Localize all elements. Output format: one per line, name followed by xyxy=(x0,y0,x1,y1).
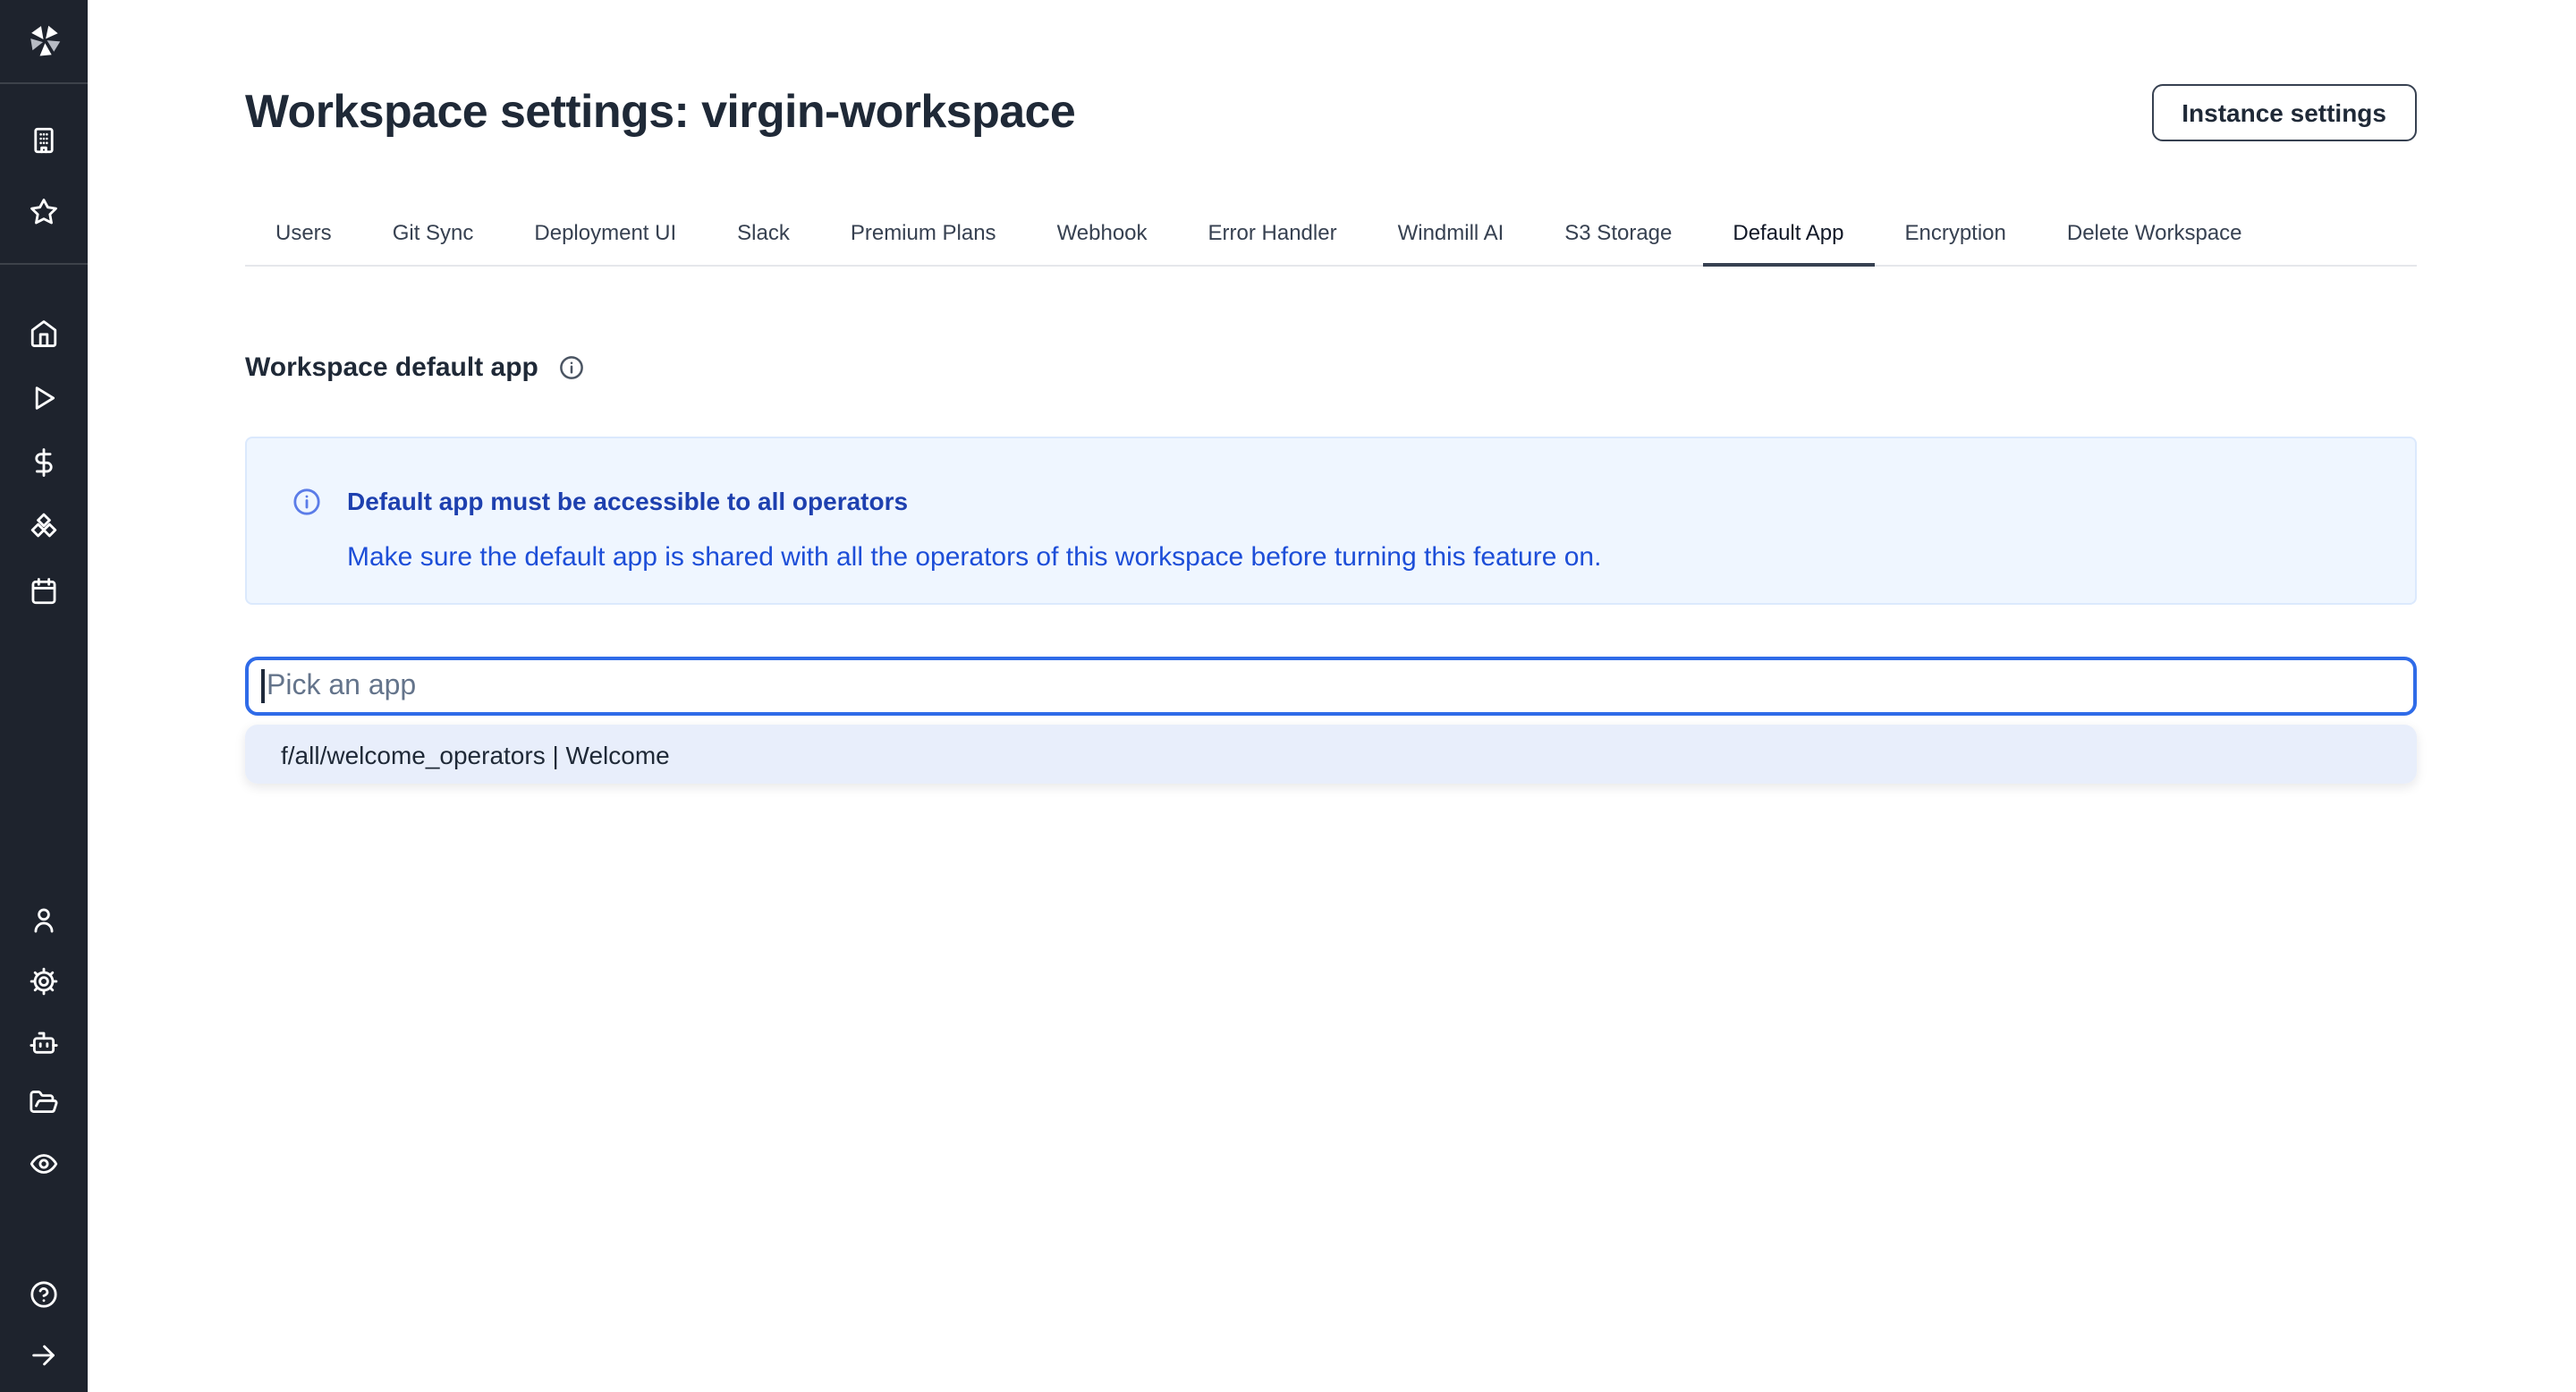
section-header: Workspace default app xyxy=(245,352,2417,383)
play-icon xyxy=(29,382,59,412)
tab-deployment-ui[interactable]: Deployment UI xyxy=(504,202,707,265)
app-picker xyxy=(245,657,2417,716)
info-banner-header: Default app must be accessible to all op… xyxy=(292,483,2361,519)
sidebar-group-admin xyxy=(0,889,88,1193)
page-title: Workspace settings: virgin-workspace xyxy=(245,84,1075,138)
tab-git-sync[interactable]: Git Sync xyxy=(362,202,504,265)
tab-webhook[interactable]: Webhook xyxy=(1027,202,1178,265)
sidebar-item-settings[interactable] xyxy=(13,950,74,1011)
sidebar xyxy=(0,0,88,1392)
star-icon xyxy=(29,196,59,226)
user-icon xyxy=(29,904,59,935)
eye-icon xyxy=(29,1148,59,1178)
sidebar-item-variables[interactable] xyxy=(13,431,74,492)
sidebar-item-schedules[interactable] xyxy=(13,560,74,621)
calendar-icon xyxy=(29,575,59,606)
banner-title: Default app must be accessible to all op… xyxy=(347,483,908,519)
sidebar-group-main xyxy=(0,302,88,621)
sidebar-group-footer xyxy=(0,1263,88,1392)
sidebar-logo[interactable] xyxy=(0,0,88,84)
home-icon xyxy=(29,318,59,348)
sidebar-item-home[interactable] xyxy=(13,302,74,363)
tab-premium-plans[interactable]: Premium Plans xyxy=(820,202,1027,265)
sidebar-item-favorites[interactable] xyxy=(13,181,74,242)
sidebar-item-help[interactable] xyxy=(13,1263,74,1324)
gear-icon xyxy=(29,965,59,996)
instance-settings-button[interactable]: Instance settings xyxy=(2151,84,2417,141)
text-caret xyxy=(261,669,264,703)
arrow-right-icon xyxy=(29,1339,59,1370)
building-icon xyxy=(29,124,59,155)
info-circle-icon xyxy=(292,486,322,516)
tab-windmill-ai[interactable]: Windmill AI xyxy=(1368,202,1535,265)
tab-encryption[interactable]: Encryption xyxy=(1874,202,2036,265)
tab-error-handler[interactable]: Error Handler xyxy=(1178,202,1368,265)
help-circle-icon xyxy=(29,1278,59,1309)
tab-delete-workspace[interactable]: Delete Workspace xyxy=(2037,202,2273,265)
screen: Workspace settings: virgin-workspace Ins… xyxy=(0,0,2576,1392)
boxes-icon xyxy=(29,511,59,541)
sidebar-item-expand[interactable] xyxy=(13,1324,74,1385)
info-icon[interactable] xyxy=(558,354,585,381)
windmill-app: Workspace settings: virgin-workspace Ins… xyxy=(0,0,2576,1392)
sidebar-item-folders[interactable] xyxy=(13,1072,74,1133)
sidebar-item-workspaces[interactable] xyxy=(13,109,74,170)
sidebar-item-audit-logs[interactable] xyxy=(13,1133,74,1193)
tab-users[interactable]: Users xyxy=(245,202,362,265)
sidebar-item-users[interactable] xyxy=(13,889,74,950)
tab-s3-storage[interactable]: S3 Storage xyxy=(1534,202,1702,265)
page-header: Workspace settings: virgin-workspace Ins… xyxy=(245,84,2417,141)
dollar-sign-icon xyxy=(29,446,59,477)
sidebar-item-resources[interactable] xyxy=(13,496,74,556)
tab-default-app[interactable]: Default App xyxy=(1702,202,1874,267)
sidebar-item-runs[interactable] xyxy=(13,367,74,428)
tab-slack[interactable]: Slack xyxy=(707,202,820,265)
dropdown-item[interactable]: f/all/welcome_operators | Welcome xyxy=(245,725,2417,784)
sidebar-group-workspace xyxy=(0,84,88,265)
app-picker-input[interactable] xyxy=(245,657,2417,716)
folder-open-icon xyxy=(29,1087,59,1117)
info-banner: Default app must be accessible to all op… xyxy=(245,437,2417,605)
section-title: Workspace default app xyxy=(245,352,538,383)
app-picker-dropdown: f/all/welcome_operators | Welcome xyxy=(245,725,2417,784)
windmill-logo-icon xyxy=(24,21,64,61)
sidebar-item-workers[interactable] xyxy=(13,1011,74,1072)
settings-tabs: UsersGit SyncDeployment UISlackPremium P… xyxy=(245,202,2417,267)
bot-icon xyxy=(29,1026,59,1057)
main-content: Workspace settings: virgin-workspace Ins… xyxy=(88,0,2576,1392)
banner-body: Make sure the default app is shared with… xyxy=(347,540,2361,576)
